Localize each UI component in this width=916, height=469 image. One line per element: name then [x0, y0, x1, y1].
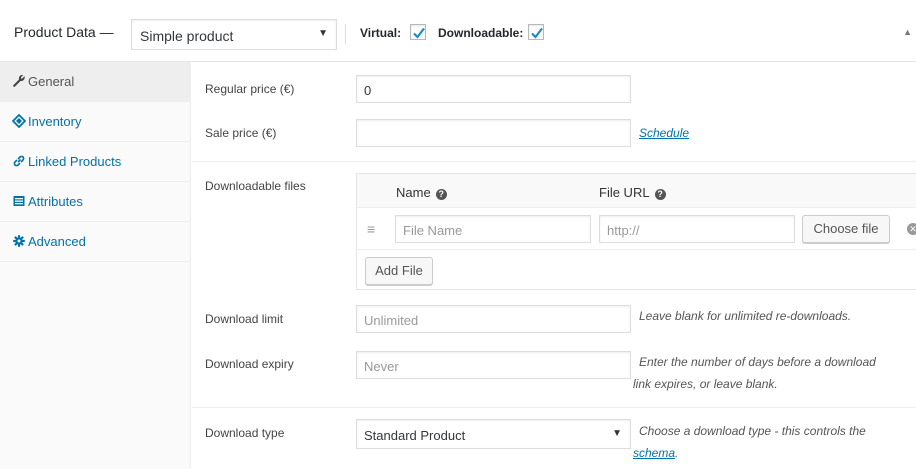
- download-expiry-description-2: link expires, or leave blank.: [633, 374, 778, 394]
- downloadable-files-table: Name? File URL? ≡ File Name http:// Choo…: [356, 173, 916, 290]
- product-type-select[interactable]: Simple product ▼: [131, 19, 337, 50]
- download-expiry-description: Enter the number of days before a downlo…: [639, 352, 876, 372]
- download-expiry-placeholder: Never: [364, 359, 399, 374]
- file-url-column-header: File URL?: [599, 185, 666, 200]
- remove-file-icon[interactable]: ✕: [907, 223, 916, 235]
- sale-price-label: Sale price (€): [205, 126, 277, 140]
- virtual-checkbox[interactable]: [410, 24, 426, 40]
- downloadable-checkbox[interactable]: [528, 24, 544, 40]
- regular-price-input[interactable]: 0: [356, 75, 631, 103]
- tab-attributes[interactable]: Attributes: [0, 182, 191, 222]
- file-url-input[interactable]: http://: [599, 215, 795, 243]
- tab-linked-products[interactable]: Linked Products: [0, 142, 191, 182]
- schedule-link[interactable]: Schedule: [639, 126, 689, 140]
- chevron-down-icon: ▼: [318, 28, 328, 39]
- download-limit-placeholder: Unlimited: [364, 313, 419, 328]
- download-expiry-label: Download expiry: [205, 357, 294, 371]
- download-type-description: Choose a download type - this controls t…: [639, 421, 866, 441]
- tab-label: General: [28, 74, 75, 89]
- name-column-header: Name?: [396, 185, 447, 200]
- download-expiry-input[interactable]: Never: [356, 351, 631, 379]
- file-url-placeholder: http://: [607, 223, 640, 238]
- tab-label: Inventory: [28, 114, 82, 129]
- downloadable-label: Downloadable:: [438, 26, 524, 40]
- regular-price-value: 0: [364, 83, 372, 98]
- download-limit-label: Download limit: [205, 312, 284, 326]
- tab-inventory[interactable]: Inventory: [0, 102, 191, 142]
- virtual-label: Virtual:: [360, 26, 402, 40]
- download-limit-description: Leave blank for unlimited re-downloads.: [639, 309, 852, 323]
- downloadable-files-label: Downloadable files: [205, 179, 306, 193]
- help-icon[interactable]: ?: [435, 189, 447, 200]
- tab-label: Attributes: [28, 194, 83, 209]
- product-data-title: Product Data —: [14, 24, 114, 40]
- product-data-header: Product Data — Simple product ▼ Virtual:…: [0, 0, 916, 62]
- schema-period: .: [675, 446, 679, 460]
- tab-label: Linked Products: [28, 154, 122, 169]
- choose-file-button[interactable]: Choose file: [802, 215, 890, 243]
- tab-label: Advanced: [28, 234, 86, 249]
- sale-price-input[interactable]: [356, 119, 631, 147]
- name-header-text: Name: [396, 185, 431, 200]
- file-name-input[interactable]: File Name: [395, 215, 591, 243]
- section-divider: [192, 161, 916, 162]
- header-separator: [345, 24, 346, 44]
- files-table-header: Name? File URL?: [357, 174, 916, 208]
- drag-handle-icon[interactable]: ≡: [367, 221, 375, 237]
- tag-icon: [12, 114, 26, 128]
- download-type-select[interactable]: Standard Product ▼: [356, 419, 631, 449]
- download-type-label: Download type: [205, 426, 285, 440]
- list-icon: [13, 196, 25, 206]
- help-icon[interactable]: ?: [654, 189, 666, 200]
- gear-icon: [13, 235, 25, 247]
- product-type-value: Simple product: [140, 28, 234, 44]
- schema-link[interactable]: schema: [633, 446, 675, 460]
- download-limit-input[interactable]: Unlimited: [356, 305, 631, 333]
- wrench-icon: [13, 74, 25, 87]
- download-type-desc-line-1: Choose a download type - this controls t…: [639, 424, 866, 438]
- link-icon: [13, 155, 25, 167]
- chevron-down-icon: ▼: [612, 428, 622, 439]
- download-type-description-2: schema.: [633, 443, 678, 463]
- section-divider: [192, 407, 916, 408]
- regular-price-label: Regular price (€): [205, 82, 295, 96]
- checkmark-icon: [531, 27, 543, 39]
- file-name-placeholder: File Name: [403, 223, 463, 238]
- product-data-tabs: General Inventory Linked Products Attrib…: [0, 62, 191, 469]
- checkmark-icon: [413, 27, 425, 39]
- table-row: ≡ File Name http:// Choose file ✕: [357, 208, 916, 250]
- tab-general[interactable]: General: [0, 62, 191, 102]
- add-file-button[interactable]: Add File: [365, 257, 433, 285]
- collapse-arrow-icon[interactable]: ▲: [903, 27, 912, 37]
- download-type-value: Standard Product: [364, 428, 466, 443]
- download-expiry-desc-line-2: link expires, or leave blank.: [633, 377, 778, 391]
- download-expiry-desc-line-1: Enter the number of days before a downlo…: [639, 355, 876, 369]
- tab-advanced[interactable]: Advanced: [0, 222, 191, 262]
- file-url-header-text: File URL: [599, 185, 650, 200]
